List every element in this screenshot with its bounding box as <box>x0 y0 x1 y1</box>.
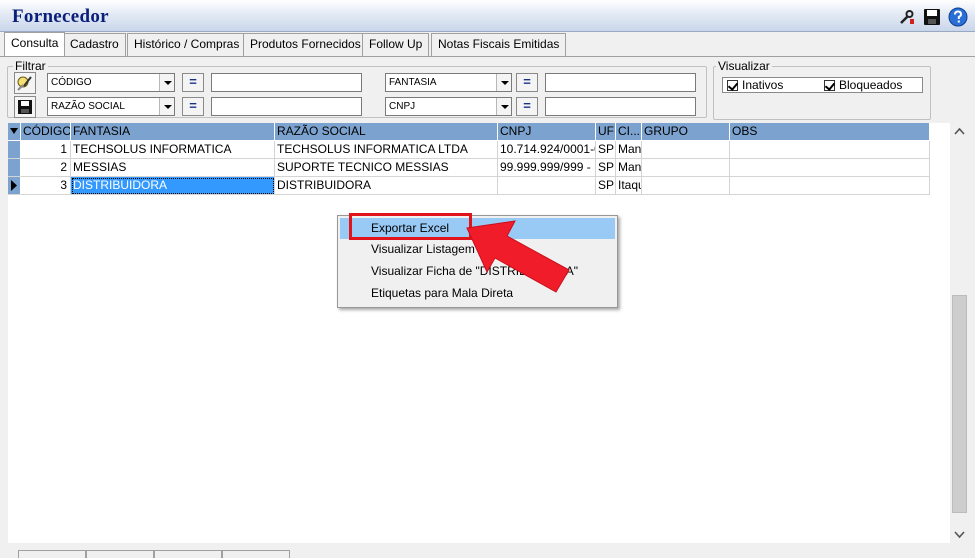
chevron-down-icon[interactable] <box>496 98 511 115</box>
filter-apply-button[interactable] <box>14 72 36 94</box>
visualizar-label: Visualizar <box>716 59 772 73</box>
tab-cadastro[interactable]: Cadastro <box>63 33 126 56</box>
table-row[interactable]: 2 MESSIAS SUPORTE TECNICO MESSIAS 99.999… <box>8 159 930 177</box>
scroll-up-icon[interactable] <box>954 127 965 135</box>
sort-down-icon <box>10 128 18 134</box>
annotation-arrow-icon <box>466 220 570 293</box>
header-obs[interactable]: OBS <box>730 123 930 140</box>
header-indicator[interactable] <box>8 123 21 140</box>
bottom-tab[interactable] <box>86 550 154 558</box>
visualizar-options: Inativos Bloqueados <box>722 77 923 93</box>
cell-fantasia[interactable]: DISTRIBUIDORA <box>71 177 275 195</box>
cell-codigo[interactable]: 1 <box>21 141 71 159</box>
tab-produtos-fornecidos[interactable]: Produtos Fornecidos <box>243 33 368 56</box>
filter-value-4-input[interactable] <box>545 97 696 116</box>
tab-follow-up[interactable]: Follow Up <box>362 33 430 56</box>
header-grupo[interactable]: GRUPO <box>642 123 730 140</box>
annotation-highlight-box <box>349 213 472 240</box>
tab-notas-fiscais[interactable]: Notas Fiscais Emitidas <box>431 33 567 56</box>
filter-value-1-input[interactable] <box>211 73 362 92</box>
tab-divider <box>0 56 975 57</box>
title-bar: Fornecedor <box>0 0 975 32</box>
cell-cidade[interactable]: Man <box>616 159 642 177</box>
filter-save-button[interactable] <box>14 96 36 118</box>
table-row-selected[interactable]: 3 DISTRIBUIDORA DISTRIBUIDORA SP Itaqu <box>8 177 930 195</box>
vertical-scrollbar[interactable] <box>950 123 969 543</box>
cell-grupo[interactable] <box>642 141 730 159</box>
filter-field-2-select[interactable]: FANTASIA <box>385 73 512 92</box>
cell-fantasia[interactable]: TECHSOLUS INFORMATICA <box>71 141 275 159</box>
bloqueados-label: Bloqueados <box>839 78 903 92</box>
cell-obs[interactable] <box>730 159 930 177</box>
header-fantasia[interactable]: FANTASIA <box>71 123 275 140</box>
chevron-down-icon[interactable] <box>159 98 174 115</box>
cell-cnpj[interactable] <box>498 177 596 195</box>
cell-uf[interactable]: SP <box>596 159 616 177</box>
grid-header: CÓDIGO FANTASIA RAZÃO SOCIAL CNPJ UF CI.… <box>8 123 930 140</box>
bottom-tab[interactable] <box>18 550 86 558</box>
cell-grupo[interactable] <box>642 159 730 177</box>
tools-icon[interactable] <box>898 8 916 26</box>
table-row[interactable]: 1 TECHSOLUS INFORMATICA TECHSOLUS INFORM… <box>8 141 930 159</box>
cell-cnpj[interactable]: 10.714.924/0001-0 <box>498 141 596 159</box>
cell-razao-social[interactable]: SUPORTE TECNICO MESSIAS <box>275 159 498 177</box>
cell-razao-social[interactable]: TECHSOLUS INFORMATICA LTDA <box>275 141 498 159</box>
cell-obs[interactable] <box>730 141 930 159</box>
bloqueados-checkbox[interactable] <box>824 80 835 91</box>
window-title: Fornecedor <box>12 6 109 27</box>
visualizar-group <box>713 66 931 120</box>
row-indicator[interactable] <box>8 159 21 177</box>
tab-bar: Consulta Cadastro Histórico / Compras Pr… <box>4 32 567 57</box>
filter-field-1-value: CÓDIGO <box>51 77 92 88</box>
filter-field-2-value: FANTASIA <box>389 77 437 88</box>
filter-value-3-input[interactable] <box>211 97 362 116</box>
inativos-label: Inativos <box>742 78 784 92</box>
filter-op-4-button[interactable]: = <box>516 97 538 116</box>
filter-field-3-select[interactable]: RAZÃO SOCIAL <box>47 97 175 116</box>
header-cidade[interactable]: CI... <box>616 123 642 140</box>
filter-op-3-button[interactable]: = <box>182 97 204 116</box>
cell-uf[interactable]: SP <box>596 177 616 195</box>
filter-save-icon <box>18 100 32 114</box>
filter-value-2-input[interactable] <box>545 73 696 92</box>
filter-op-1-button[interactable]: = <box>182 73 204 92</box>
cell-obs[interactable] <box>730 177 930 195</box>
filter-field-4-select[interactable]: CNPJ <box>385 97 512 116</box>
cell-cidade[interactable]: Itaqu <box>616 177 642 195</box>
help-icon[interactable] <box>948 7 968 27</box>
header-cnpj[interactable]: CNPJ <box>498 123 596 140</box>
save-icon[interactable] <box>923 8 941 26</box>
filter-field-3-value: RAZÃO SOCIAL <box>51 101 125 112</box>
header-uf[interactable]: UF <box>596 123 616 140</box>
cell-cnpj[interactable]: 99.999.999/999 - <box>498 159 596 177</box>
cell-uf[interactable]: SP <box>596 141 616 159</box>
cell-grupo[interactable] <box>642 177 730 195</box>
filter-pencil-icon <box>17 76 32 91</box>
scroll-down-icon[interactable] <box>954 531 965 539</box>
current-row-arrow-icon <box>11 180 17 191</box>
filter-label: Filtrar <box>13 59 48 73</box>
filter-op-2-button[interactable]: = <box>516 73 538 92</box>
cell-codigo[interactable]: 3 <box>21 177 71 195</box>
bottom-tab-strip <box>18 550 293 558</box>
chevron-down-icon[interactable] <box>159 74 174 91</box>
filter-field-4-value: CNPJ <box>389 101 416 112</box>
header-codigo[interactable]: CÓDIGO <box>21 123 71 140</box>
cell-fantasia[interactable]: MESSIAS <box>71 159 275 177</box>
results-grid[interactable]: CÓDIGO FANTASIA RAZÃO SOCIAL CNPJ UF CI.… <box>8 123 950 543</box>
row-indicator[interactable] <box>8 177 21 195</box>
row-indicator[interactable] <box>8 141 21 159</box>
filter-field-1-select[interactable]: CÓDIGO <box>47 73 175 92</box>
inativos-checkbox[interactable] <box>727 80 738 91</box>
bottom-tab[interactable] <box>222 550 290 558</box>
scrollbar-thumb[interactable] <box>952 295 967 513</box>
tab-historico-compras[interactable]: Histórico / Compras <box>127 33 247 56</box>
cell-razao-social[interactable]: DISTRIBUIDORA <box>275 177 498 195</box>
cell-cidade[interactable]: Man <box>616 141 642 159</box>
chevron-down-icon[interactable] <box>496 74 511 91</box>
header-razao-social[interactable]: RAZÃO SOCIAL <box>275 123 498 140</box>
tab-consulta[interactable]: Consulta <box>4 32 66 56</box>
cell-codigo[interactable]: 2 <box>21 159 71 177</box>
bottom-tab[interactable] <box>154 550 222 558</box>
